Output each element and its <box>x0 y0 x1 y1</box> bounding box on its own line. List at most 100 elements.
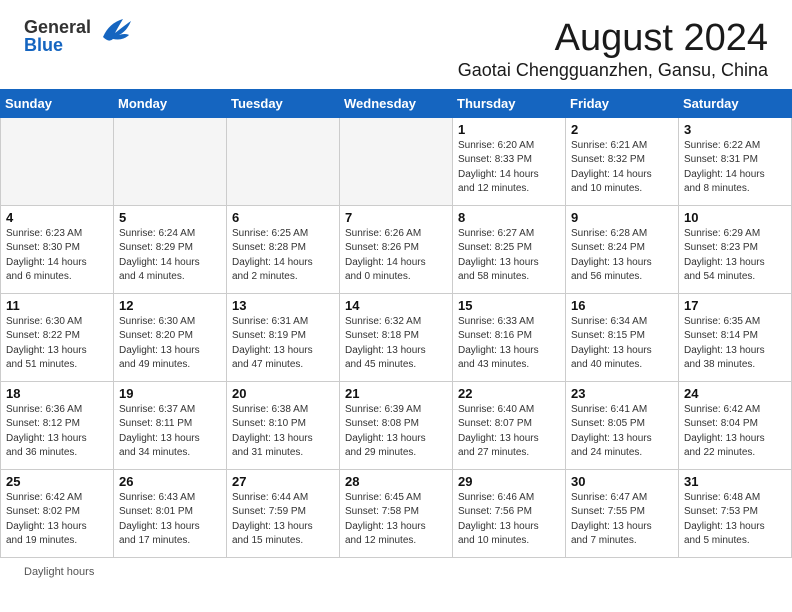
header: General Blue August 2024 Gaotai Chenggua… <box>0 0 792 89</box>
footer-label: Daylight hours <box>24 566 94 578</box>
day-info: Sunrise: 6:46 AM Sunset: 7:56 PM Dayligh… <box>458 491 560 549</box>
day-info: Sunrise: 6:39 AM Sunset: 8:08 PM Dayligh… <box>345 403 447 461</box>
day-info: Sunrise: 6:24 AM Sunset: 8:29 PM Dayligh… <box>119 227 221 285</box>
calendar-day-cell <box>227 117 340 205</box>
calendar-week-row: 18 Sunrise: 6:36 AM Sunset: 8:12 PM Dayli… <box>1 381 792 469</box>
day-number: 17 <box>684 298 786 313</box>
weekday-header-row: SundayMondayTuesdayWednesdayThursdayFrid… <box>1 89 792 117</box>
calendar-day-cell: 27 Sunrise: 6:44 AM Sunset: 7:59 PM Dayli… <box>227 469 340 557</box>
calendar-body: 1 Sunrise: 6:20 AM Sunset: 8:33 PM Daylig… <box>1 117 792 557</box>
day-info: Sunrise: 6:41 AM Sunset: 8:05 PM Dayligh… <box>571 403 673 461</box>
calendar-day-cell: 24Sunrise: 6:42 AM Sunset: 8:04 PM Dayli… <box>679 381 792 469</box>
day-info: Sunrise: 6:32 AM Sunset: 8:18 PM Dayligh… <box>345 315 447 373</box>
calendar-day-cell: 26 Sunrise: 6:43 AM Sunset: 8:01 PM Dayli… <box>114 469 227 557</box>
day-number: 26 <box>119 474 221 489</box>
day-info: Sunrise: 6:37 AM Sunset: 8:11 PM Dayligh… <box>119 403 221 461</box>
day-number: 22 <box>458 386 560 401</box>
calendar-day-cell: 31Sunrise: 6:48 AM Sunset: 7:53 PM Dayli… <box>679 469 792 557</box>
footer: Daylight hours <box>0 558 792 582</box>
calendar-day-cell: 6 Sunrise: 6:25 AM Sunset: 8:28 PM Daylig… <box>227 205 340 293</box>
calendar-day-cell: 30 Sunrise: 6:47 AM Sunset: 7:55 PM Dayli… <box>566 469 679 557</box>
calendar-day-cell: 1 Sunrise: 6:20 AM Sunset: 8:33 PM Daylig… <box>453 117 566 205</box>
weekday-header-cell: Friday <box>566 89 679 117</box>
logo-blue: Blue <box>24 36 91 54</box>
day-number: 12 <box>119 298 221 313</box>
calendar-day-cell: 11 Sunrise: 6:30 AM Sunset: 8:22 PM Dayli… <box>1 293 114 381</box>
calendar-day-cell: 10 Sunrise: 6:29 AM Sunset: 8:23 PM Dayli… <box>679 205 792 293</box>
calendar-day-cell: 21Sunrise: 6:39 AM Sunset: 8:08 PM Dayli… <box>340 381 453 469</box>
day-number: 5 <box>119 210 221 225</box>
calendar-day-cell <box>340 117 453 205</box>
day-number: 9 <box>571 210 673 225</box>
logo: General Blue <box>24 18 133 54</box>
day-info: Sunrise: 6:20 AM Sunset: 8:33 PM Dayligh… <box>458 139 560 197</box>
day-number: 16 <box>571 298 673 313</box>
calendar-week-row: 1 Sunrise: 6:20 AM Sunset: 8:33 PM Daylig… <box>1 117 792 205</box>
day-number: 14 <box>345 298 447 313</box>
day-number: 4 <box>6 210 108 225</box>
day-number: 6 <box>232 210 334 225</box>
calendar-day-cell <box>114 117 227 205</box>
calendar-day-cell: 13Sunrise: 6:31 AM Sunset: 8:19 PM Dayli… <box>227 293 340 381</box>
day-number: 2 <box>571 122 673 137</box>
calendar-day-cell: 17 Sunrise: 6:35 AM Sunset: 8:14 PM Dayli… <box>679 293 792 381</box>
logo-general: General <box>24 18 91 36</box>
calendar-day-cell: 29 Sunrise: 6:46 AM Sunset: 7:56 PM Dayli… <box>453 469 566 557</box>
day-number: 30 <box>571 474 673 489</box>
day-info: Sunrise: 6:30 AM Sunset: 8:22 PM Dayligh… <box>6 315 108 373</box>
month-title: August 2024 <box>458 18 768 60</box>
calendar-day-cell: 25Sunrise: 6:42 AM Sunset: 8:02 PM Dayli… <box>1 469 114 557</box>
weekday-header-cell: Monday <box>114 89 227 117</box>
day-info: Sunrise: 6:25 AM Sunset: 8:28 PM Dayligh… <box>232 227 334 285</box>
calendar-day-cell: 2 Sunrise: 6:21 AM Sunset: 8:32 PM Daylig… <box>566 117 679 205</box>
day-info: Sunrise: 6:44 AM Sunset: 7:59 PM Dayligh… <box>232 491 334 549</box>
calendar-day-cell: 5 Sunrise: 6:24 AM Sunset: 8:29 PM Daylig… <box>114 205 227 293</box>
day-info: Sunrise: 6:35 AM Sunset: 8:14 PM Dayligh… <box>684 315 786 373</box>
day-info: Sunrise: 6:47 AM Sunset: 7:55 PM Dayligh… <box>571 491 673 549</box>
day-info: Sunrise: 6:23 AM Sunset: 8:30 PM Dayligh… <box>6 227 108 285</box>
day-number: 19 <box>119 386 221 401</box>
day-info: Sunrise: 6:43 AM Sunset: 8:01 PM Dayligh… <box>119 491 221 549</box>
day-info: Sunrise: 6:36 AM Sunset: 8:12 PM Dayligh… <box>6 403 108 461</box>
day-number: 18 <box>6 386 108 401</box>
day-number: 1 <box>458 122 560 137</box>
day-info: Sunrise: 6:22 AM Sunset: 8:31 PM Dayligh… <box>684 139 786 197</box>
day-number: 24 <box>684 386 786 401</box>
day-info: Sunrise: 6:21 AM Sunset: 8:32 PM Dayligh… <box>571 139 673 197</box>
day-number: 7 <box>345 210 447 225</box>
calendar-week-row: 4 Sunrise: 6:23 AM Sunset: 8:30 PM Daylig… <box>1 205 792 293</box>
day-info: Sunrise: 6:45 AM Sunset: 7:58 PM Dayligh… <box>345 491 447 549</box>
location-title: Gaotai Chengguanzhen, Gansu, China <box>458 60 768 81</box>
day-info: Sunrise: 6:38 AM Sunset: 8:10 PM Dayligh… <box>232 403 334 461</box>
day-info: Sunrise: 6:48 AM Sunset: 7:53 PM Dayligh… <box>684 491 786 549</box>
calendar-week-row: 11 Sunrise: 6:30 AM Sunset: 8:22 PM Dayli… <box>1 293 792 381</box>
logo-bird-icon <box>95 15 133 45</box>
calendar-day-cell: 19 Sunrise: 6:37 AM Sunset: 8:11 PM Dayli… <box>114 381 227 469</box>
day-number: 27 <box>232 474 334 489</box>
day-number: 23 <box>571 386 673 401</box>
calendar-day-cell: 9 Sunrise: 6:28 AM Sunset: 8:24 PM Daylig… <box>566 205 679 293</box>
calendar-day-cell: 20 Sunrise: 6:38 AM Sunset: 8:10 PM Dayli… <box>227 381 340 469</box>
day-number: 29 <box>458 474 560 489</box>
day-info: Sunrise: 6:28 AM Sunset: 8:24 PM Dayligh… <box>571 227 673 285</box>
day-number: 8 <box>458 210 560 225</box>
weekday-header-cell: Sunday <box>1 89 114 117</box>
day-number: 10 <box>684 210 786 225</box>
day-info: Sunrise: 6:27 AM Sunset: 8:25 PM Dayligh… <box>458 227 560 285</box>
day-info: Sunrise: 6:30 AM Sunset: 8:20 PM Dayligh… <box>119 315 221 373</box>
title-area: August 2024 Gaotai Chengguanzhen, Gansu,… <box>458 18 768 81</box>
calendar-day-cell: 14 Sunrise: 6:32 AM Sunset: 8:18 PM Dayli… <box>340 293 453 381</box>
day-info: Sunrise: 6:40 AM Sunset: 8:07 PM Dayligh… <box>458 403 560 461</box>
day-info: Sunrise: 6:33 AM Sunset: 8:16 PM Dayligh… <box>458 315 560 373</box>
day-number: 20 <box>232 386 334 401</box>
calendar: SundayMondayTuesdayWednesdayThursdayFrid… <box>0 89 792 558</box>
calendar-day-cell: 3 Sunrise: 6:22 AM Sunset: 8:31 PM Daylig… <box>679 117 792 205</box>
day-number: 3 <box>684 122 786 137</box>
calendar-day-cell: 16Sunrise: 6:34 AM Sunset: 8:15 PM Dayli… <box>566 293 679 381</box>
day-number: 11 <box>6 298 108 313</box>
day-number: 15 <box>458 298 560 313</box>
calendar-day-cell: 18 Sunrise: 6:36 AM Sunset: 8:12 PM Dayli… <box>1 381 114 469</box>
day-info: Sunrise: 6:31 AM Sunset: 8:19 PM Dayligh… <box>232 315 334 373</box>
day-info: Sunrise: 6:29 AM Sunset: 8:23 PM Dayligh… <box>684 227 786 285</box>
weekday-header-cell: Thursday <box>453 89 566 117</box>
